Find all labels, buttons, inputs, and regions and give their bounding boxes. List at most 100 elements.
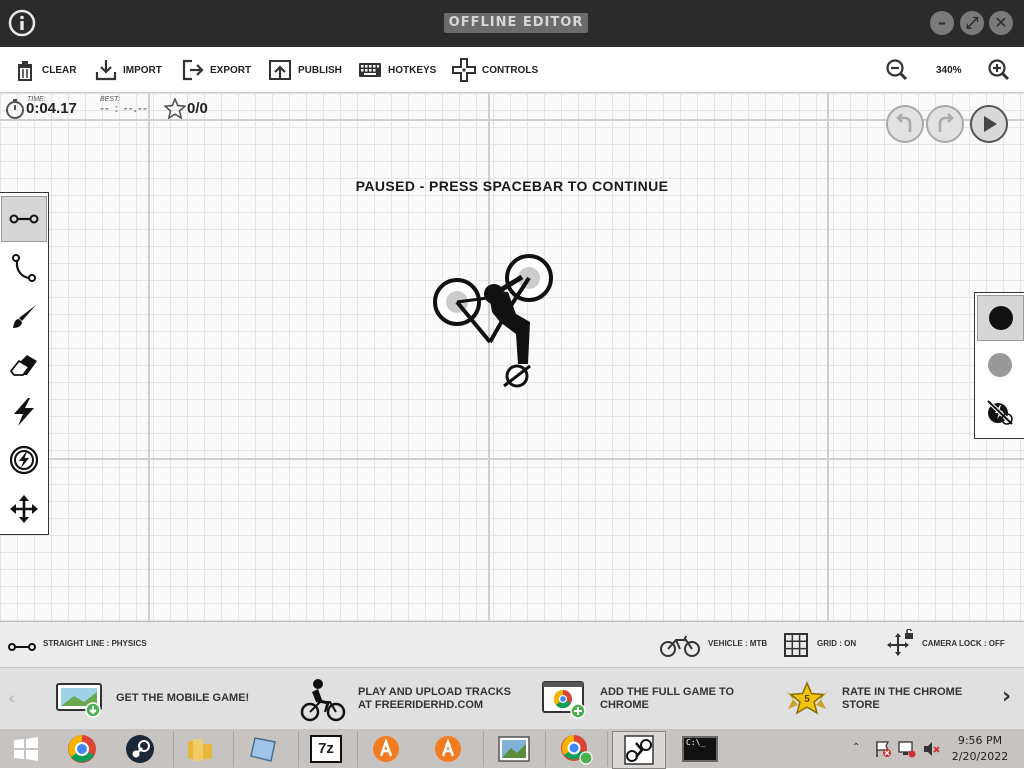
brush-tool[interactable]	[1, 294, 46, 339]
chrome-profile-icon	[561, 735, 593, 765]
import-button[interactable]: IMPORT	[95, 57, 162, 83]
close-button[interactable]: ✕	[989, 11, 1013, 35]
maximize-button[interactable]: ⤢	[960, 11, 984, 35]
taskbar-7zip[interactable]: 7z	[300, 731, 352, 767]
gray-line-color[interactable]	[977, 342, 1023, 388]
move-icon	[9, 494, 38, 523]
security-flag-icon[interactable]	[874, 740, 892, 762]
grid-major-line	[0, 458, 1024, 460]
promo-prev-icon[interactable]: ‹	[8, 688, 15, 709]
system-clock[interactable]: 9:56 PM 2/20/2022	[948, 733, 1012, 765]
promo-full-game-text[interactable]: ADD THE FULL GAME TO CHROME	[600, 686, 734, 712]
network-icon[interactable]	[898, 740, 916, 762]
chrome-promo-icon[interactable]	[542, 680, 588, 724]
powerup-toggle[interactable]	[977, 389, 1023, 435]
taskbar-tablet-app[interactable]	[238, 731, 290, 767]
black-circle-icon	[988, 306, 1013, 330]
minimize-button[interactable]: –	[930, 11, 954, 35]
taskbar-freerider[interactable]	[612, 731, 666, 769]
taskbar-avast-2[interactable]	[422, 731, 474, 767]
rider-promo-icon[interactable]	[300, 676, 346, 726]
keyboard-icon	[359, 63, 381, 77]
promo-next-icon[interactable]: ›	[1002, 684, 1011, 709]
steam-icon	[126, 735, 154, 763]
taskbar-photos[interactable]	[488, 731, 540, 767]
hotkeys-label: HOTKEYS	[388, 64, 437, 76]
straight-line-icon	[9, 214, 39, 224]
grid-icon[interactable]	[784, 633, 808, 661]
mobile-game-icon[interactable]	[56, 682, 104, 722]
promo-full-line2: CHROME	[600, 699, 649, 711]
undo-button[interactable]	[886, 105, 924, 143]
import-label: IMPORT	[123, 64, 162, 76]
avast-icon	[435, 736, 461, 762]
rating-star-badge-icon[interactable]: 5	[782, 681, 832, 721]
grid-status: GRID : ON	[817, 639, 857, 648]
slowmo-tool[interactable]	[1, 437, 46, 482]
clear-button[interactable]: CLEAR	[14, 57, 76, 83]
taskbar-file-explorer[interactable]	[174, 731, 226, 767]
star-icon	[163, 96, 187, 123]
export-icon	[182, 59, 204, 81]
vehicle-status: VEHICLE : MTB	[708, 639, 768, 648]
promo-rate-text[interactable]: RATE IN THE CHROME STORE	[842, 686, 962, 712]
line-mode-status: STRAIGHT LINE : PHYSICS	[43, 639, 147, 648]
taskbar-separator	[483, 731, 484, 767]
export-button[interactable]: EXPORT	[182, 57, 251, 83]
zoom-in-icon[interactable]	[988, 59, 1010, 85]
curve-icon	[11, 253, 36, 282]
show-hidden-icons-icon[interactable]: ⌃	[852, 742, 860, 753]
camera-lock-icon[interactable]	[887, 628, 915, 661]
taskbar-chrome-profile[interactable]	[550, 731, 602, 767]
photos-icon	[498, 736, 530, 762]
window-title: OFFLINE EDITOR	[444, 13, 588, 33]
trash-icon	[18, 61, 32, 81]
straight-line-tool[interactable]	[1, 196, 47, 242]
status-bar	[0, 621, 1024, 667]
grid-major-line	[0, 119, 1024, 121]
taskbar-separator	[545, 731, 546, 767]
import-icon	[95, 60, 117, 81]
windows-logo-icon	[14, 737, 38, 761]
redo-icon	[938, 113, 954, 132]
promo-mobile-text[interactable]: GET THE MOBILE GAME!	[116, 692, 249, 705]
promo-upload-line2: AT FREERIDERHD.COM	[358, 699, 484, 711]
taskbar-avast-1[interactable]	[360, 731, 412, 767]
taskbar-steam[interactable]	[114, 731, 166, 767]
boost-tool[interactable]	[1, 389, 46, 434]
zoom-out-icon[interactable]	[886, 59, 908, 85]
stars-count: 0/0	[187, 100, 208, 117]
taskbar-command-prompt[interactable]: C:\_	[674, 731, 726, 767]
taskbar-chrome[interactable]	[56, 731, 108, 767]
controls-label: CONTROLS	[482, 64, 539, 76]
rate-badge-number: 5	[804, 694, 810, 705]
brush-icon	[12, 304, 36, 328]
promo-upload-line1: PLAY AND UPLOAD TRACKS	[358, 686, 511, 698]
gray-circle-icon	[988, 353, 1012, 377]
taskbar-separator	[357, 731, 358, 767]
camera-lock-status: CAMERA LOCK : OFF	[922, 639, 1005, 648]
move-tool[interactable]	[1, 486, 46, 531]
controls-button[interactable]: CONTROLS	[452, 57, 538, 83]
promo-full-line1: ADD THE FULL GAME TO	[600, 686, 735, 698]
publish-icon	[269, 60, 291, 80]
volume-muted-icon[interactable]	[922, 740, 940, 762]
tablet-icon	[250, 737, 276, 762]
seven-zip-icon: 7z	[310, 735, 342, 763]
promo-rate-line2: STORE	[842, 699, 880, 711]
redo-button[interactable]	[926, 105, 964, 143]
bike-icon[interactable]	[660, 632, 700, 662]
curve-tool[interactable]	[1, 245, 46, 290]
windows-start-button[interactable]	[0, 731, 52, 767]
taskbar-separator	[298, 731, 299, 767]
eraser-icon	[9, 354, 37, 376]
eraser-tool[interactable]	[1, 342, 46, 387]
hotkeys-button[interactable]: HOTKEYS	[358, 57, 436, 83]
play-button[interactable]	[970, 105, 1008, 143]
zoom-level: 340%	[936, 65, 962, 76]
publish-button[interactable]: PUBLISH	[268, 57, 342, 83]
promo-upload-text[interactable]: PLAY AND UPLOAD TRACKS AT FREERIDERHD.CO…	[358, 686, 511, 712]
clock-date: 2/20/2022	[951, 750, 1009, 763]
info-icon[interactable]	[8, 9, 36, 37]
black-line-color[interactable]	[977, 295, 1024, 341]
